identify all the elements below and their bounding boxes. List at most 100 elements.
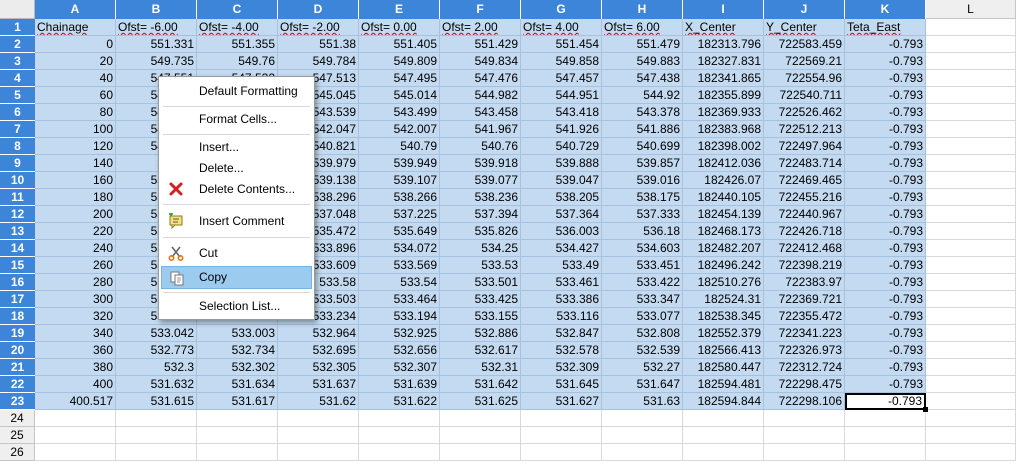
row-header-11[interactable]: 11 [0,189,35,206]
empty-cell[interactable] [926,444,1016,461]
data-cell[interactable]: 533.347 [602,291,683,308]
data-cell[interactable]: 533.116 [521,308,602,325]
data-cell[interactable]: 537.394 [440,206,521,223]
empty-cell[interactable] [683,444,764,461]
data-cell[interactable]: 182566.413 [683,342,764,359]
empty-cell[interactable] [197,444,278,461]
data-cell[interactable]: 538.205 [521,189,602,206]
data-cell[interactable]: 532.886 [440,325,521,342]
row-header-3[interactable]: 3 [0,53,35,70]
empty-cell[interactable] [926,155,1016,172]
header-cell[interactable]: Chainage [35,19,116,36]
empty-cell[interactable] [926,410,1016,427]
data-cell[interactable]: 140 [35,155,116,172]
data-cell[interactable]: 547.476 [440,70,521,87]
empty-cell[interactable] [926,376,1016,393]
data-cell[interactable]: 722369.721 [764,291,845,308]
data-cell[interactable]: 533.53 [440,257,521,274]
data-cell[interactable]: 532.617 [440,342,521,359]
data-cell[interactable]: 539.107 [359,172,440,189]
data-cell[interactable]: 531.634 [197,376,278,393]
spreadsheet-grid[interactable]: A B C D E F G H I J K L 1 2 3 4 5 6 7 8 9 10 11 12 13 14 15 16 17 18 1… [0,0,1016,469]
empty-cell[interactable] [926,19,1016,36]
empty-cell[interactable] [278,427,359,444]
column-header-c[interactable]: C [197,0,278,19]
data-cell[interactable]: -0.793 [845,240,926,257]
row-header-4[interactable]: 4 [0,70,35,87]
column-header-a[interactable]: A [35,0,116,19]
data-cell[interactable]: 538.266 [359,189,440,206]
empty-cell[interactable] [440,427,521,444]
row-header-16[interactable]: 16 [0,274,35,291]
data-cell[interactable]: -0.793 [845,359,926,376]
empty-cell[interactable] [926,308,1016,325]
data-cell[interactable]: 532.3 [116,359,197,376]
data-cell[interactable]: -0.793 [845,36,926,53]
data-cell[interactable]: 532.27 [602,359,683,376]
data-cell[interactable]: 533.54 [359,274,440,291]
empty-cell[interactable] [926,393,1016,410]
data-cell[interactable]: 533.464 [359,291,440,308]
data-cell[interactable]: 540.729 [521,138,602,155]
data-cell[interactable]: 120 [35,138,116,155]
data-cell[interactable]: -0.793 [845,104,926,121]
data-cell[interactable]: 532.695 [278,342,359,359]
data-cell[interactable]: 182383.968 [683,121,764,138]
empty-cell[interactable] [359,444,440,461]
empty-cell[interactable] [359,410,440,427]
data-cell[interactable]: 547.495 [359,70,440,87]
empty-cell[interactable] [521,410,602,427]
empty-cell[interactable] [926,121,1016,138]
data-cell[interactable]: 380 [35,359,116,376]
data-cell[interactable]: 532.307 [359,359,440,376]
column-header-i[interactable]: I [683,0,764,19]
data-cell[interactable]: 534.427 [521,240,602,257]
row-header-2[interactable]: 2 [0,36,35,53]
data-cell[interactable]: 0 [35,36,116,53]
data-cell[interactable]: 534.603 [602,240,683,257]
data-cell[interactable]: 549.834 [440,53,521,70]
data-cell[interactable]: 182412.036 [683,155,764,172]
data-cell[interactable]: -0.793 [845,325,926,342]
data-cell[interactable]: 240 [35,240,116,257]
data-cell[interactable]: 539.888 [521,155,602,172]
data-cell[interactable]: 534.25 [440,240,521,257]
data-cell[interactable]: 532.808 [602,325,683,342]
data-cell[interactable]: 722341.223 [764,325,845,342]
data-cell[interactable]: 531.647 [602,376,683,393]
data-cell[interactable]: 531.625 [440,393,521,410]
row-header-21[interactable]: 21 [0,359,35,376]
data-cell[interactable]: 551.454 [521,36,602,53]
data-cell[interactable]: 533.451 [602,257,683,274]
data-cell[interactable]: 533.461 [521,274,602,291]
data-cell[interactable]: 320 [35,308,116,325]
column-header-f[interactable]: F [440,0,521,19]
data-cell[interactable]: 531.639 [359,376,440,393]
data-cell[interactable]: 531.645 [521,376,602,393]
row-header-13[interactable]: 13 [0,223,35,240]
menu-item-default-formatting[interactable]: Default Formatting [161,80,312,103]
data-cell[interactable]: 551.38 [278,36,359,53]
row-header-22[interactable]: 22 [0,376,35,393]
row-header-7[interactable]: 7 [0,121,35,138]
empty-cell[interactable] [440,410,521,427]
header-cell[interactable]: X_Center [683,19,764,36]
data-cell[interactable]: 547.438 [602,70,683,87]
header-cell[interactable]: Ofst= 0.00 [359,19,440,36]
data-cell[interactable]: 182538.345 [683,308,764,325]
data-cell[interactable]: 200 [35,206,116,223]
empty-cell[interactable] [926,53,1016,70]
empty-cell[interactable] [602,444,683,461]
column-header-l[interactable]: L [926,0,1016,19]
row-header-23[interactable]: 23 [0,393,35,410]
data-cell[interactable]: 537.333 [602,206,683,223]
header-cell[interactable]: Teta_East [845,19,926,36]
row-header-17[interactable]: 17 [0,291,35,308]
menu-item-selection-list[interactable]: Selection List... [161,295,312,318]
row-header-18[interactable]: 18 [0,308,35,325]
data-cell[interactable]: 543.378 [602,104,683,121]
data-cell[interactable]: 551.331 [116,36,197,53]
data-cell[interactable]: 533.425 [440,291,521,308]
header-cell[interactable]: Ofst= -2.00 [278,19,359,36]
empty-cell[interactable] [116,427,197,444]
